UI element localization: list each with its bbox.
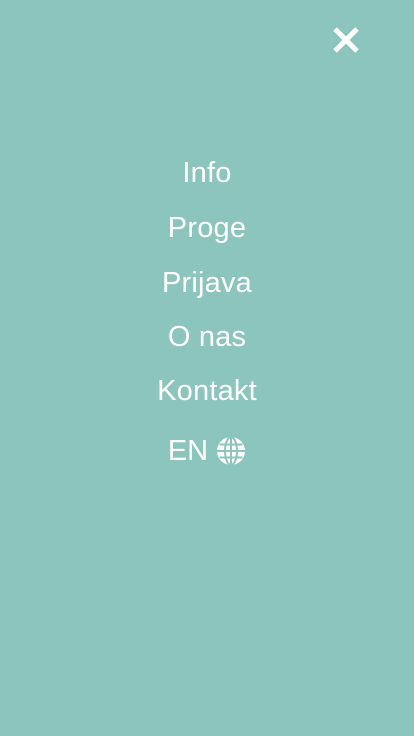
- menu-item-prijava[interactable]: Prijava: [0, 265, 414, 301]
- menu-item-info[interactable]: Info: [0, 155, 414, 191]
- menu-item-proge[interactable]: Proge: [0, 210, 414, 246]
- language-label: EN: [167, 435, 209, 467]
- language-switch[interactable]: EN: [0, 433, 414, 469]
- menu-item-o-nas[interactable]: O nas: [0, 319, 414, 355]
- menu-item-kontakt[interactable]: Kontakt: [0, 373, 414, 409]
- close-button[interactable]: [330, 24, 362, 56]
- close-icon: [333, 27, 359, 53]
- globe-icon: [217, 436, 246, 466]
